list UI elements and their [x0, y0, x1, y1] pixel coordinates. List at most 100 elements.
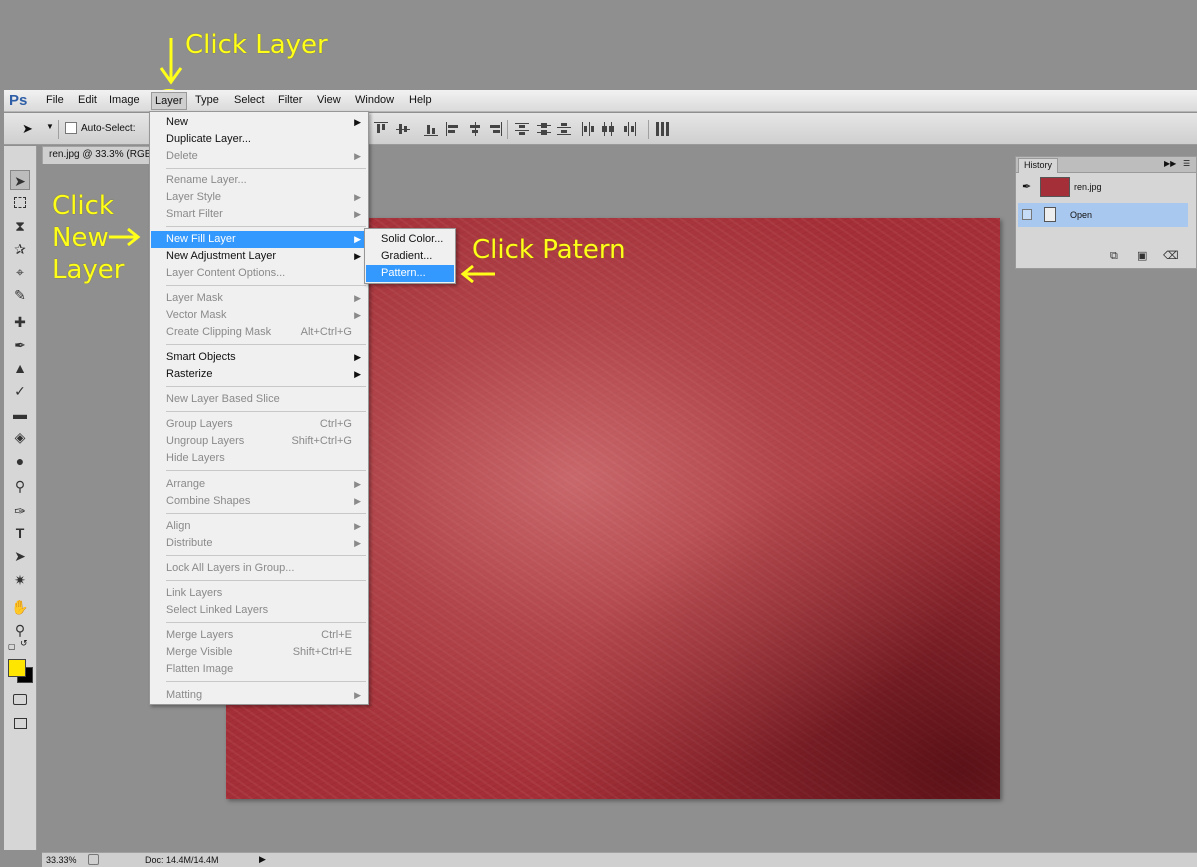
- new-document-from-state-icon[interactable]: ⧉: [1110, 250, 1124, 262]
- align-bottom-icon[interactable]: [424, 122, 438, 136]
- submenu-item-solid-color[interactable]: Solid Color...: [366, 231, 454, 248]
- auto-select-checkbox[interactable]: [65, 122, 77, 134]
- document-tab[interactable]: ren.jpg @ 33.3% (RGB: [42, 146, 154, 164]
- submenu-item-gradient[interactable]: Gradient...: [366, 248, 454, 265]
- paint-bucket-tool-icon[interactable]: ◈: [10, 427, 30, 447]
- move-tool-icon[interactable]: ➤: [22, 121, 33, 137]
- pen-tool-icon[interactable]: ✑: [10, 501, 30, 521]
- menu-item-delete[interactable]: Delete ▶: [151, 148, 367, 165]
- collapse-panel-icon[interactable]: ▶▶: [1164, 159, 1176, 168]
- eyedropper-tool-icon[interactable]: ✎: [10, 285, 30, 305]
- menu-item-hide-layers[interactable]: Hide Layers: [151, 450, 367, 467]
- brush-tool-icon[interactable]: ✒: [10, 335, 30, 355]
- align-left-icon[interactable]: [446, 122, 460, 136]
- menu-filter[interactable]: Filter: [278, 94, 302, 106]
- menu-layer[interactable]: Layer: [151, 92, 187, 110]
- distribute-hcenter-icon[interactable]: [601, 122, 615, 136]
- menu-select[interactable]: Select: [234, 94, 265, 106]
- history-state-row[interactable]: Open: [1018, 203, 1188, 227]
- distribute-right-icon[interactable]: [623, 122, 637, 136]
- type-tool-icon[interactable]: T: [10, 523, 30, 543]
- quick-mask-icon[interactable]: [10, 690, 30, 710]
- swap-colors-icon[interactable]: ↺: [20, 638, 28, 649]
- screen-mode-icon[interactable]: [10, 714, 30, 734]
- menu-item-rasterize[interactable]: Rasterize ▶: [151, 366, 367, 383]
- foreground-color-swatch[interactable]: [8, 659, 26, 677]
- menu-item-group-layers[interactable]: Group Layers Ctrl+G: [151, 416, 367, 433]
- menu-item-vector-mask[interactable]: Vector Mask ▶: [151, 307, 367, 324]
- menu-type[interactable]: Type: [195, 94, 219, 106]
- healing-brush-tool-icon[interactable]: ✚: [10, 312, 30, 332]
- menu-help[interactable]: Help: [409, 94, 432, 106]
- menu-item-merge-visible[interactable]: Merge Visible Shift+Ctrl+E: [151, 644, 367, 661]
- zoom-tool-icon[interactable]: ⚲: [10, 620, 30, 640]
- submenu-arrow-icon: ▶: [354, 117, 361, 127]
- menu-item-select-linked-layers[interactable]: Select Linked Layers: [151, 602, 367, 619]
- menu-edit[interactable]: Edit: [78, 94, 97, 106]
- history-snapshot-row[interactable]: ✒ ren.jpg: [1018, 175, 1188, 199]
- lasso-tool-icon[interactable]: ⧗: [10, 216, 30, 236]
- align-top-icon[interactable]: [374, 122, 388, 136]
- crop-tool-icon[interactable]: ⌖: [10, 262, 30, 282]
- history-source-checkbox[interactable]: [1022, 209, 1032, 220]
- tool-preset-chevron-icon[interactable]: ▼: [46, 122, 54, 131]
- menu-item-distribute[interactable]: Distribute ▶: [151, 535, 367, 552]
- menu-item-new-layer-based-slice[interactable]: New Layer Based Slice: [151, 391, 367, 408]
- menu-item-arrange[interactable]: Arrange ▶: [151, 476, 367, 493]
- menu-view[interactable]: View: [317, 94, 341, 106]
- menu-item-matting[interactable]: Matting ▶: [151, 687, 367, 704]
- hand-tool-icon[interactable]: ✋: [10, 597, 30, 617]
- marquee-tool-icon[interactable]: [10, 193, 30, 213]
- custom-shape-tool-icon[interactable]: ✷: [10, 570, 30, 590]
- submenu-item-pattern[interactable]: Pattern...: [366, 265, 454, 282]
- menu-item-create-clipping-mask[interactable]: Create Clipping Mask Alt+Ctrl+G: [151, 324, 367, 341]
- menu-window[interactable]: Window: [355, 94, 394, 106]
- move-tool-icon[interactable]: ➤: [10, 170, 30, 190]
- path-selection-tool-icon[interactable]: ➤: [10, 546, 30, 566]
- blur-tool-icon[interactable]: ●: [10, 451, 30, 471]
- distribute-top-icon[interactable]: [515, 122, 529, 136]
- menu-file[interactable]: File: [46, 94, 64, 106]
- menu-item-ungroup-layers[interactable]: Ungroup Layers Shift+Ctrl+G: [151, 433, 367, 450]
- menu-item-merge-layers[interactable]: Merge Layers Ctrl+E: [151, 627, 367, 644]
- default-colors-icon[interactable]: ▢: [8, 642, 16, 651]
- history-tab[interactable]: History: [1018, 158, 1059, 173]
- eraser-tool-icon[interactable]: ▬: [10, 404, 30, 424]
- align-vcenter-icon[interactable]: [396, 122, 410, 136]
- distribute-vcenter-icon[interactable]: [537, 122, 551, 136]
- menu-item-combine-shapes[interactable]: Combine Shapes ▶: [151, 493, 367, 510]
- history-brush-source-icon[interactable]: ✒: [1022, 180, 1031, 193]
- menu-item-align[interactable]: Align ▶: [151, 518, 367, 535]
- zoom-level[interactable]: 33.33%: [46, 855, 77, 865]
- menu-item-lock-all-layers[interactable]: Lock All Layers in Group...: [151, 560, 367, 577]
- status-menu-arrow-icon[interactable]: ▶: [259, 854, 266, 865]
- menu-item-new-fill-layer[interactable]: New Fill Layer ▶: [151, 231, 367, 248]
- menu-item-flatten-image[interactable]: Flatten Image: [151, 661, 367, 678]
- menu-item-smart-objects[interactable]: Smart Objects ▶: [151, 349, 367, 366]
- clone-stamp-tool-icon[interactable]: ▲: [10, 358, 30, 378]
- align-hcenter-icon[interactable]: [468, 122, 482, 136]
- menu-item-link-layers[interactable]: Link Layers: [151, 585, 367, 602]
- new-snapshot-icon[interactable]: ▣: [1137, 250, 1151, 262]
- menu-item-new-adjustment-layer[interactable]: New Adjustment Layer ▶: [151, 248, 367, 265]
- distribute-bottom-icon[interactable]: [557, 122, 571, 136]
- history-brush-tool-icon[interactable]: ✓: [10, 381, 30, 401]
- menu-item-label: New Fill Layer: [166, 233, 236, 245]
- status-info-icon[interactable]: [88, 854, 99, 865]
- auto-align-layers-icon[interactable]: [656, 122, 670, 136]
- dodge-tool-icon[interactable]: ⚲: [10, 476, 30, 496]
- align-right-icon[interactable]: [488, 122, 502, 136]
- menu-item-smart-filter[interactable]: Smart Filter ▶: [151, 206, 367, 223]
- menu-item-rename-layer[interactable]: Rename Layer...: [151, 172, 367, 189]
- menu-item-new[interactable]: New ▶: [151, 114, 367, 131]
- submenu-arrow-icon: ▶: [354, 538, 361, 548]
- menu-item-layer-mask[interactable]: Layer Mask ▶: [151, 290, 367, 307]
- menu-item-layer-content-options[interactable]: Layer Content Options...: [151, 265, 367, 282]
- menu-item-duplicate-layer[interactable]: Duplicate Layer...: [151, 131, 367, 148]
- menu-image[interactable]: Image: [109, 94, 140, 106]
- quick-selection-tool-icon[interactable]: ✰: [10, 239, 30, 259]
- panel-menu-icon[interactable]: ☰: [1183, 159, 1190, 168]
- distribute-left-icon[interactable]: [581, 122, 595, 136]
- trash-icon[interactable]: ⌫: [1163, 250, 1179, 262]
- menu-item-layer-style[interactable]: Layer Style ▶: [151, 189, 367, 206]
